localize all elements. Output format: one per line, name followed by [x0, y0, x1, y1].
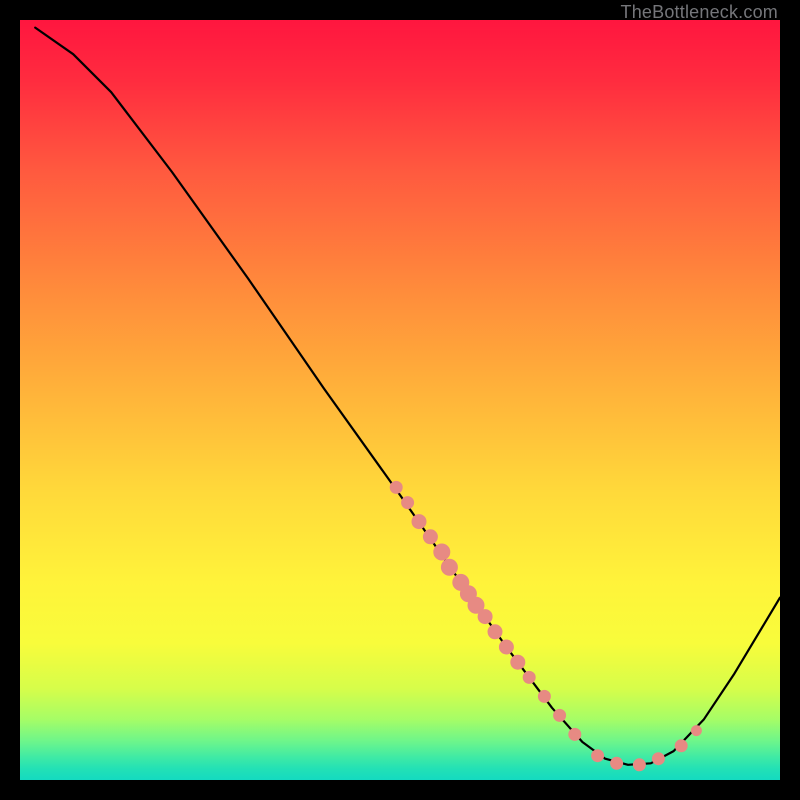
data-point — [499, 640, 513, 654]
curve-path — [35, 28, 780, 765]
data-point — [511, 655, 525, 669]
data-point — [538, 690, 550, 702]
data-point — [434, 544, 450, 560]
data-point — [423, 530, 437, 544]
chart-svg — [20, 20, 780, 780]
data-point — [523, 671, 535, 683]
data-point — [633, 759, 645, 771]
plot-area — [20, 20, 780, 780]
data-points — [390, 481, 701, 770]
data-point — [652, 753, 664, 765]
data-point — [691, 726, 701, 736]
data-point — [592, 750, 604, 762]
data-point — [412, 515, 426, 529]
data-point — [569, 728, 581, 740]
data-point — [488, 625, 502, 639]
data-point — [402, 497, 414, 509]
data-point — [478, 610, 492, 624]
data-point — [390, 481, 402, 493]
data-point — [675, 740, 687, 752]
data-point — [554, 709, 566, 721]
chart-root: TheBottleneck.com — [0, 0, 800, 800]
data-point — [611, 757, 623, 769]
data-point — [441, 559, 457, 575]
